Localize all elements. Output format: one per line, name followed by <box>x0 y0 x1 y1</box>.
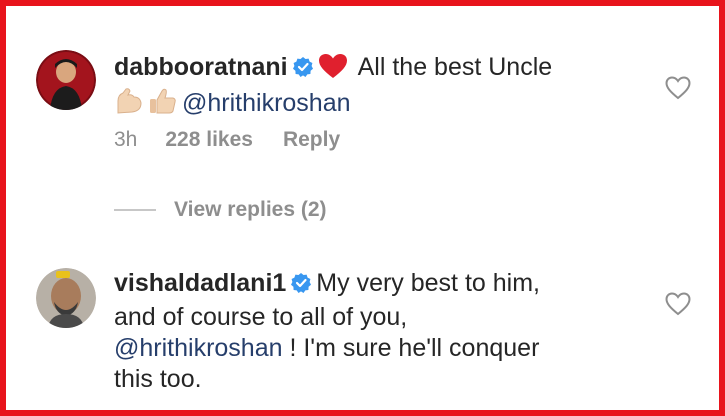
flexed-biceps-emoji <box>114 87 144 123</box>
timestamp: 3h <box>114 128 138 151</box>
red-heart-emoji <box>318 53 348 87</box>
comment-body-line3: ! I'm sure he'll conquer <box>282 334 540 362</box>
likes-count[interactable]: 228 likes <box>165 128 253 151</box>
comment-body-line2: and of course to all of you, <box>114 303 408 331</box>
mention-link[interactable]: @hrithikroshan <box>182 89 351 117</box>
like-comment-button[interactable] <box>665 292 691 316</box>
view-replies-button[interactable]: View replies (2) <box>114 198 327 222</box>
verified-badge-icon <box>292 55 314 86</box>
comment-text: vishaldadlani1 My very best to him, and o… <box>114 268 655 395</box>
thumbs-up-emoji <box>148 87 178 123</box>
mention-link[interactable]: @hrithikroshan <box>114 334 283 362</box>
comment-body: All the best Uncle <box>357 53 553 81</box>
comment-meta: 3h 228 likes Reply <box>114 128 370 152</box>
verified-badge-icon <box>290 271 312 302</box>
comment-body-line1: My very best to him, <box>316 269 540 297</box>
avatar[interactable] <box>36 50 96 110</box>
like-comment-button[interactable] <box>665 76 691 100</box>
divider <box>114 209 156 211</box>
comment-text: dabbooratnani All the best Uncle @hrithik… <box>114 52 655 123</box>
username[interactable]: vishaldadlani1 <box>114 269 286 297</box>
avatar[interactable] <box>36 268 96 328</box>
username[interactable]: dabbooratnani <box>114 53 288 81</box>
comment-body-line4: this too. <box>114 365 202 393</box>
view-replies-label: View replies (2) <box>174 198 327 221</box>
reply-button[interactable]: Reply <box>283 128 340 151</box>
